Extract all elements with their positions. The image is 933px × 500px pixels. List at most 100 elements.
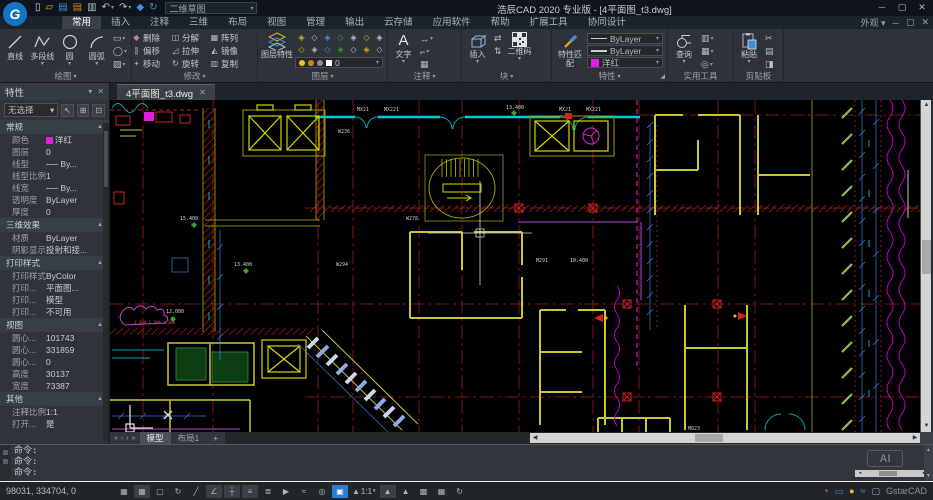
child-minimize-button[interactable]: ─ (893, 18, 899, 28)
dynamic-input-toggle[interactable]: ↻ (170, 485, 186, 498)
auto-annotation-scale-toggle[interactable]: ▲ (398, 485, 414, 498)
property-row[interactable]: 透明度 ByLayer (0, 194, 109, 206)
ribbon-tab-扩展工具[interactable]: 扩展工具 (520, 16, 578, 29)
snap-mode-toggle[interactable]: ▦ (116, 485, 132, 498)
color-combo[interactable]: 洋红 ▾ (587, 57, 663, 68)
ribbon-tab-布局[interactable]: 布局 (218, 16, 257, 29)
new-file-icon[interactable]: ▯ (34, 1, 42, 15)
rectangle-tool-button[interactable]: ▭ ▾ (111, 32, 129, 45)
layer-properties-button[interactable]: 图层特性 (260, 30, 294, 71)
display-settings-icon[interactable]: ▭ (835, 486, 844, 497)
leader-button[interactable]: ⌐ ▾ (418, 45, 435, 58)
suggestion-bulb-icon[interactable]: ● (849, 486, 854, 496)
line-button[interactable]: 直线 (2, 30, 28, 71)
toggle-pickadd-button[interactable]: ⊡ (92, 103, 105, 117)
quick-select-button[interactable]: ▥ ▾ (699, 32, 716, 45)
layout-nav-icon[interactable]: › (126, 435, 128, 442)
dimension-button[interactable]: ↔ ▾ (418, 32, 435, 45)
hatch-background-toggle[interactable]: ▩ (416, 485, 432, 498)
grid-display-toggle[interactable]: ▦ (134, 484, 150, 498)
performance-icon[interactable]: ◔ (823, 486, 828, 496)
property-row[interactable]: 打印... 模型 (0, 294, 109, 306)
match-properties-button[interactable]: 特性匹配 (554, 30, 586, 71)
layout-nav-icon[interactable]: ‹ (121, 435, 123, 442)
modify-阵列-button[interactable]: ▦ 阵列 (210, 31, 249, 44)
zoom-tool-toggle[interactable]: ◎ (314, 485, 330, 498)
property-row[interactable]: 线型比例 1 (0, 170, 109, 182)
layout-tab-模型[interactable]: 模型 (139, 432, 171, 444)
section-其他[interactable]: 其他 ▲ (0, 392, 109, 406)
ai-assistant-button[interactable]: AI (867, 450, 903, 467)
property-row[interactable]: 打印样式 ByColor (0, 270, 109, 282)
open-file-icon[interactable]: ▱ (45, 1, 55, 15)
property-row[interactable]: 图层 0 (0, 146, 109, 158)
property-row[interactable]: 材质 ByLayer (0, 232, 109, 244)
gstarcad-logo-icon[interactable]: G (3, 2, 27, 26)
layer-tool-icon[interactable]: ◈ (360, 44, 373, 56)
annotation-monitor-toggle[interactable]: ≈ (296, 485, 312, 498)
layer-tool-icon[interactable]: ◈ (373, 32, 386, 44)
layout-tab-nav[interactable]: «‹ › » (110, 432, 140, 444)
section-常规[interactable]: 常规 ▲ (0, 120, 109, 134)
cmd-hscroll-thumb[interactable] (879, 471, 897, 476)
plot-icon[interactable]: ▥ (86, 1, 97, 15)
layout-tab-+[interactable]: + (206, 432, 226, 444)
sync-icon[interactable]: ↻ (148, 1, 158, 15)
panel-pin-icon[interactable]: ▾ (88, 87, 92, 96)
utilities-group-label[interactable]: 实用工具 (668, 70, 733, 82)
object-snap-toggle[interactable]: ┼ (224, 484, 240, 498)
ribbon-tab-插入[interactable]: 插入 (101, 16, 140, 29)
command-window[interactable]: 命令:命令:命令: AI ◂ ▸ ▲▼ (0, 444, 933, 482)
child-restore-button[interactable]: ▢ (906, 17, 915, 28)
property-row[interactable]: 打开... 是 (0, 418, 109, 430)
layout-tab-布局1[interactable]: 布局1 (170, 432, 207, 444)
drawing-units-toggle[interactable]: ▦ (434, 485, 450, 498)
ribbon-tab-注释[interactable]: 注释 (140, 16, 179, 29)
canvas-hscroll-thumb[interactable] (695, 434, 723, 442)
modify-偏移-button[interactable]: ∥ 偏移 (132, 44, 171, 57)
modify-分解-button[interactable]: ◫ 分解 (171, 31, 210, 44)
property-row[interactable]: 线宽 ── By... (0, 182, 109, 194)
property-row[interactable]: 阴影显示 投射和接... (0, 244, 109, 256)
canvas-vscroll-thumb[interactable] (922, 240, 931, 274)
property-row[interactable]: 线型 ── By... (0, 158, 109, 170)
fullscreen-frame-icon[interactable]: ▢ (871, 486, 880, 497)
panel-close-icon[interactable]: ✕ (97, 87, 104, 96)
cmd-scroll-left-icon[interactable]: ◂ (855, 470, 865, 477)
paste-button[interactable]: 粘贴 ▾ (736, 30, 762, 71)
layer-tool-icon[interactable]: ◈ (308, 44, 321, 56)
command-vscrollbar[interactable]: ▲ ▼ (924, 445, 933, 481)
linetype-combo[interactable]: ByLayer ▾ (587, 33, 663, 44)
object-snap-tracking-toggle[interactable]: ≡ (242, 484, 258, 498)
layer-tool-icon[interactable]: ◇ (347, 44, 360, 56)
ribbon-tab-输出[interactable]: 输出 (335, 16, 374, 29)
ribbon-tab-协同设计[interactable]: 协同设计 (578, 16, 636, 29)
edit-block-button[interactable]: ⇄ (492, 32, 504, 45)
properties-dialog-launcher-icon[interactable]: ◢ (660, 73, 665, 80)
workspace-combo[interactable]: 二维草图 ▾ (165, 2, 258, 14)
property-row[interactable]: 打印... 不可用 (0, 306, 109, 318)
close-button[interactable]: ✕ (913, 0, 931, 14)
layer-tool-icon[interactable]: ◈ (347, 32, 360, 44)
arc-button[interactable]: 圆弧 ▾ (84, 30, 110, 71)
ellipse-tool-button[interactable]: ◯ ▾ (111, 45, 129, 58)
ribbon-tab-云存储[interactable]: 云存储 (374, 16, 423, 29)
modify-镜像-button[interactable]: ◭ 镜像 (210, 44, 249, 57)
minimize-button[interactable]: ─ (873, 0, 891, 14)
document-tab[interactable]: 4平面图_t3.dwg ✕ (117, 84, 215, 100)
selection-combo[interactable]: 无选择 ▾ (4, 103, 59, 117)
layer-tool-icon[interactable]: ◈ (334, 44, 347, 56)
network-status-icon[interactable]: ≈ (861, 486, 866, 496)
qrcode-button[interactable]: 二维码 ▾ (505, 30, 535, 71)
property-row[interactable]: 颜色 洋红 (0, 134, 109, 146)
drawing-canvas[interactable]: MX21 MX221 13.400 MX21 MX221 W236 W278 15.400 M2… (110, 100, 933, 432)
layout-nav-icon[interactable]: « (114, 435, 118, 442)
ortho-mode-toggle[interactable]: ╱ (188, 485, 204, 498)
section-三维效果[interactable]: 三维效果 ▲ (0, 218, 109, 232)
property-row[interactable]: 圆心... 101743 (0, 332, 109, 344)
layer-tool-icon[interactable]: ◈ (295, 32, 308, 44)
measure-button[interactable]: 查询 ▾ (670, 30, 698, 71)
layer-tool-icon[interactable]: ◇ (308, 32, 321, 44)
modify-移动-button[interactable]: + 移动 (132, 57, 171, 70)
copy-clip-button[interactable]: ▤ (763, 45, 776, 58)
